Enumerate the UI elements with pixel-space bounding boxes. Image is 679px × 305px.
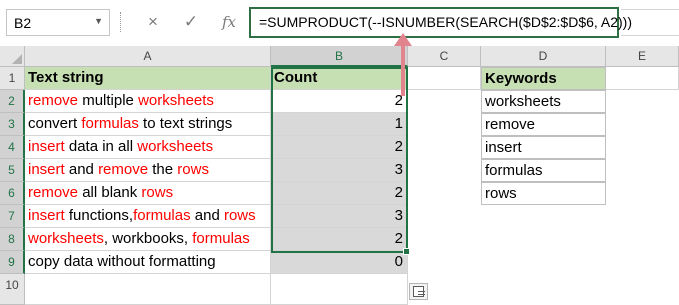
keyword-highlight: worksheets (28, 230, 104, 247)
keyword-highlight: remove (98, 161, 149, 178)
text-segment: to text strings (138, 115, 233, 132)
keyword-highlight: worksheets (138, 92, 214, 109)
text-segment: all blank (78, 184, 142, 201)
cancel-icon[interactable]: × (142, 11, 164, 33)
column-header-d[interactable]: D (481, 46, 606, 67)
keyword-cell[interactable]: remove (481, 113, 606, 136)
name-box-value: B2 (14, 15, 32, 31)
text-string-cell[interactable]: remove all blank rows (25, 182, 271, 205)
header-keywords[interactable]: Keywords (481, 67, 606, 90)
quick-analysis-icon (413, 286, 425, 297)
keyword-highlight: rows (177, 161, 209, 178)
text-string-cell[interactable]: insert data in all worksheets (25, 136, 271, 159)
text-segment: data in all (64, 138, 138, 155)
row-header-6[interactable]: 6 (0, 182, 25, 205)
keyword-highlight: worksheets (137, 138, 214, 155)
column-header-e[interactable]: E (606, 46, 679, 67)
row-header-8[interactable]: 8 (0, 228, 25, 251)
chevron-down-icon[interactable]: ▼ (94, 16, 103, 26)
column-header-a[interactable]: A (25, 46, 271, 67)
select-all-triangle-icon (12, 54, 22, 64)
count-cell[interactable]: 1 (271, 113, 408, 136)
keyword-highlight: rows (223, 207, 256, 224)
text-segment: and (190, 207, 224, 224)
row-header-7[interactable]: 7 (0, 205, 25, 228)
keyword-highlight: formulas (133, 207, 191, 224)
count-cell[interactable]: 2 (271, 136, 408, 159)
text-segment: the (148, 161, 178, 178)
keyword-highlight: formulas (192, 230, 250, 247)
text-string-cell[interactable]: convert formulas to text strings (25, 113, 271, 136)
quick-analysis-button[interactable] (409, 283, 428, 300)
row-header-1[interactable]: 1 (0, 67, 25, 90)
count-cell[interactable]: 3 (271, 205, 408, 228)
text-string-cell[interactable]: worksheets, workbooks, formulas (25, 228, 271, 251)
keyword-highlight: insert (28, 207, 65, 224)
keyword-highlight: insert (28, 138, 65, 155)
text-segment: , workbooks, (103, 230, 193, 247)
annotation-arrow-shaft (401, 42, 405, 96)
keyword-highlight: formulas (81, 115, 139, 132)
formula-input[interactable]: =SUMPRODUCT(--ISNUMBER(SEARCH($D$2:$D$6,… (249, 7, 632, 38)
formula-bar-separator (120, 12, 122, 32)
keyword-highlight: rows (141, 184, 174, 201)
insert-function-icon[interactable]: fx (218, 11, 240, 33)
row-header-3[interactable]: 3 (0, 113, 25, 136)
keyword-highlight: remove (28, 92, 79, 109)
keyword-cell[interactable]: rows (481, 182, 606, 205)
text-segment: functions, (64, 207, 134, 224)
enter-icon[interactable]: ✓ (180, 11, 202, 33)
count-cell[interactable]: 2 (271, 228, 408, 251)
row-header-4[interactable]: 4 (0, 136, 25, 159)
count-cell[interactable]: 0 (271, 251, 408, 274)
name-box[interactable]: B2 ▼ (6, 9, 110, 36)
fill-handle[interactable] (403, 248, 410, 255)
select-all-corner[interactable] (0, 46, 25, 67)
text-segment: and (64, 161, 99, 178)
header-count[interactable]: Count (271, 67, 408, 90)
row-header-2[interactable]: 2 (0, 90, 25, 113)
count-cell[interactable]: 3 (271, 159, 408, 182)
formula-text: =SUMPRODUCT(--ISNUMBER(SEARCH($D$2:$D$6,… (259, 14, 633, 30)
cell-b10[interactable] (271, 274, 408, 305)
cell-a10[interactable] (25, 274, 271, 305)
annotation-arrow-icon (394, 33, 412, 46)
text-string-cell[interactable]: insert and remove the rows (25, 159, 271, 182)
header-text-string[interactable]: Text string (25, 67, 271, 90)
count-cell-active[interactable]: 2 (271, 90, 408, 113)
keyword-highlight: insert (28, 161, 65, 178)
count-cell[interactable]: 2 (271, 182, 408, 205)
column-header-c[interactable]: C (408, 46, 481, 67)
row-header-5[interactable]: 5 (0, 159, 25, 182)
text-segment: copy data without formatting (28, 253, 216, 270)
cell-e1[interactable] (606, 67, 679, 90)
keyword-highlight: remove (28, 184, 79, 201)
keyword-cell[interactable]: worksheets (481, 90, 606, 113)
cell-c1[interactable] (408, 67, 481, 90)
text-string-cell[interactable]: copy data without formatting (25, 251, 271, 274)
text-segment: multiple (78, 92, 139, 109)
keyword-cell[interactable]: formulas (481, 159, 606, 182)
text-string-cell[interactable]: insert functions,formulas and rows (25, 205, 271, 228)
formula-bar: B2 ▼ × ✓ fx =SUMPRODUCT(--ISNUMBER(SEARC… (0, 0, 679, 44)
keyword-cell[interactable]: insert (481, 136, 606, 159)
column-header-b[interactable]: B (271, 46, 408, 67)
row-header-10[interactable]: 10 (0, 274, 25, 305)
formula-bar-extension (621, 9, 679, 36)
text-segment: convert (28, 115, 82, 132)
text-string-cell[interactable]: remove multiple worksheets (25, 90, 271, 113)
row-header-9[interactable]: 9 (0, 251, 25, 274)
